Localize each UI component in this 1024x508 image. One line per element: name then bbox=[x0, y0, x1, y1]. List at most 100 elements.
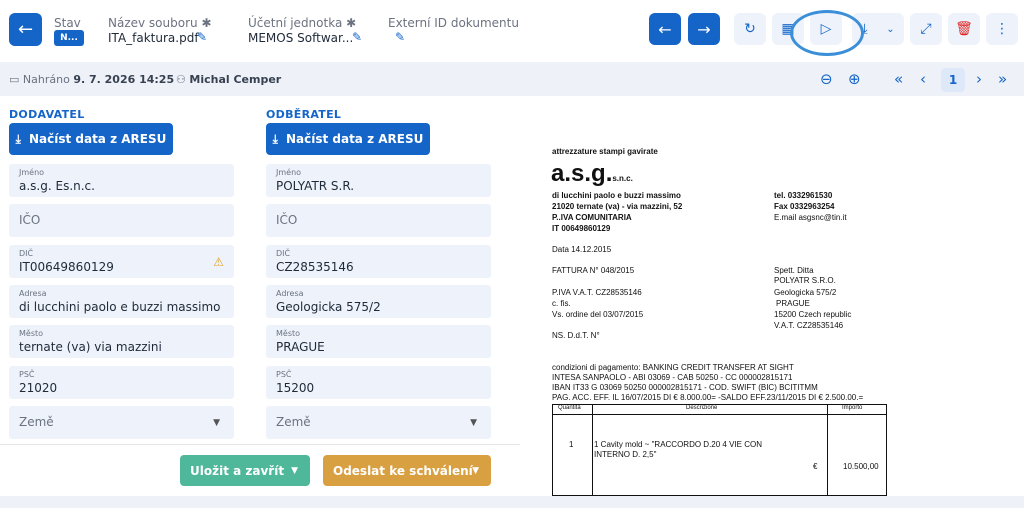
status-label: Stav bbox=[54, 16, 81, 30]
delete-button[interactable]: 🗑 bbox=[948, 13, 980, 45]
field-placeholder: IČO bbox=[19, 213, 41, 227]
back-button[interactable]: ← bbox=[9, 13, 42, 46]
last-page-icon[interactable]: » bbox=[998, 70, 1007, 88]
filename-label: Název souboru ✱ bbox=[108, 16, 212, 30]
customer-dic-field[interactable]: DIČ CZ28535146 bbox=[266, 245, 491, 278]
more-button[interactable]: ⋮ bbox=[986, 13, 1018, 45]
caret-down-icon[interactable]: ▼ bbox=[291, 466, 298, 476]
field-label: Město bbox=[276, 329, 301, 338]
customer-city-field[interactable]: Město PRAGUE bbox=[266, 325, 491, 358]
field-placeholder: IČO bbox=[276, 213, 298, 227]
doc-col-desc: Descrizione bbox=[686, 405, 718, 411]
supplier-zip-field[interactable]: PSČ 21020 bbox=[9, 366, 234, 399]
save-close-button[interactable]: Uložit a zavřít ▼ bbox=[180, 455, 310, 486]
send-approval-label: Odeslat ke schválení bbox=[333, 463, 473, 478]
prev-page-icon[interactable]: ‹ bbox=[920, 70, 926, 88]
doc-row-amount: 10.500,00 bbox=[843, 462, 879, 471]
caret-down-icon: ▼ bbox=[213, 418, 220, 428]
unit-value: MEMOS Softwar... bbox=[248, 31, 354, 45]
uploader: ⚇ Michal Cemper bbox=[176, 73, 281, 86]
field-value: CZ28535146 bbox=[276, 260, 354, 274]
highlight-circle bbox=[790, 10, 864, 56]
supplier-ares-button[interactable]: ⤓ Načíst data z ARESU bbox=[9, 123, 173, 155]
customer-zip-field[interactable]: PSČ 15200 bbox=[266, 366, 491, 399]
more-vertical-icon: ⋮ bbox=[995, 21, 1009, 37]
uploaded-value: 9. 7. 2026 14:25 bbox=[73, 73, 175, 86]
supplier-country-select[interactable]: Země ▼ bbox=[9, 406, 234, 439]
supplier-dic-field[interactable]: DIČ IT00649860129 ⚠ bbox=[9, 245, 234, 278]
zoom-in-icon[interactable]: ⊕ bbox=[848, 70, 861, 88]
doc-cust-vat: V.A.T. CZ28535146 bbox=[774, 321, 844, 330]
doc-row-desc1: 1 Cavity mold ~ "RACCORDO D.20 4 VIE CON bbox=[594, 440, 762, 449]
caret-down-icon: ▼ bbox=[470, 418, 477, 428]
field-value: ternate (va) via mazzini bbox=[19, 340, 162, 354]
customer-ares-label: Načíst data z ARESU bbox=[285, 132, 424, 146]
upload-info: ▭ Nahráno 9. 7. 2026 14:25 bbox=[9, 73, 174, 86]
supplier-ico-field[interactable]: IČO bbox=[9, 204, 234, 237]
supplier-address-field[interactable]: Adresa di lucchini paolo e buzzi massimo bbox=[9, 285, 234, 318]
arrow-left-icon: ← bbox=[658, 19, 672, 39]
doc-owners: di lucchini paolo e buzzi massimo bbox=[552, 191, 681, 200]
doc-logo-suffix: s.n.c. bbox=[612, 174, 633, 183]
field-label: Adresa bbox=[19, 289, 47, 298]
edit-filename-icon[interactable]: ✎ bbox=[197, 30, 207, 44]
field-value: IT00649860129 bbox=[19, 260, 114, 274]
doc-piva-vat: P.IVA V.A.T. CZ28535146 bbox=[552, 288, 642, 297]
save-close-label: Uložit a zavřít bbox=[190, 463, 285, 478]
chevron-down-icon: ⌄ bbox=[886, 23, 895, 35]
field-value: PRAGUE bbox=[276, 340, 325, 354]
supplier-title: DODAVATEL bbox=[9, 108, 85, 121]
doc-row-desc2: INTERNO D. 2,5" bbox=[594, 450, 657, 459]
field-label: Jméno bbox=[19, 168, 45, 177]
doc-address: 21020 ternate (va) - via mazzini, 52 bbox=[552, 202, 683, 211]
doc-cust-name: POLYATR S.R.O. bbox=[774, 276, 836, 285]
supplier-ares-label: Načíst data z ARESU bbox=[28, 132, 167, 146]
doc-col-qty: Quantità bbox=[558, 405, 581, 411]
customer-ico-field[interactable]: IČO bbox=[266, 204, 491, 237]
doc-cfis: c. fis. bbox=[552, 299, 571, 308]
next-document-button[interactable]: → bbox=[688, 13, 720, 45]
table-header-row bbox=[553, 405, 886, 415]
edit-unit-icon[interactable]: ✎ bbox=[352, 30, 362, 44]
doc-cust-street: Geologicka 575/2 bbox=[774, 288, 837, 297]
doc-pay2: INTESA SANPAOLO - ABI 03069 - CAB 50250 … bbox=[552, 373, 793, 382]
arrow-right-icon: → bbox=[697, 19, 711, 39]
supplier-city-field[interactable]: Město ternate (va) via mazzini bbox=[9, 325, 234, 358]
trash-icon: 🗑 bbox=[955, 21, 973, 37]
uploader-name: Michal Cemper bbox=[189, 73, 282, 86]
doc-ddt: NS. D.d.T. N° bbox=[552, 331, 600, 340]
next-page-icon[interactable]: › bbox=[976, 70, 982, 88]
doc-cust-zip: 15200 Czech republic bbox=[774, 310, 852, 319]
customer-address-field[interactable]: Adresa Geologicka 575/2 bbox=[266, 285, 491, 318]
doc-order: Vs. ordine del 03/07/2015 bbox=[552, 310, 644, 319]
caret-down-icon[interactable]: ▼ bbox=[472, 466, 479, 476]
edit-extid-icon[interactable]: ✎ bbox=[395, 30, 405, 44]
doc-invoice: FATTURA N° 048/2015 bbox=[552, 266, 635, 275]
warning-icon: ⚠ bbox=[213, 255, 224, 269]
doc-pay4: PAG. ACC. EFF. IL 16/07/2015 DI € 8.000.… bbox=[552, 393, 864, 402]
prev-document-button[interactable]: ← bbox=[649, 13, 681, 45]
status-badge[interactable]: N... bbox=[54, 30, 84, 46]
field-label: Jméno bbox=[276, 168, 302, 177]
doc-tel: tel. 0332961530 bbox=[774, 191, 833, 200]
supplier-name-field[interactable]: Jméno a.s.g. Es.n.c. bbox=[9, 164, 234, 197]
doc-pay3: IBAN IT33 G 03069 50250 000002815171 - C… bbox=[552, 383, 818, 392]
customer-name-field[interactable]: Jméno POLYATR S.R. bbox=[266, 164, 491, 197]
doc-logo: a.s.g.s.n.c. bbox=[551, 160, 633, 188]
field-value: Geologicka 575/2 bbox=[276, 300, 381, 314]
customer-country-select[interactable]: Země ▼ bbox=[266, 406, 491, 439]
customer-ares-button[interactable]: ⤓ Načíst data z ARESU bbox=[266, 123, 430, 155]
field-label: PSČ bbox=[276, 370, 292, 379]
send-approval-button[interactable]: Odeslat ke schválení ▼ bbox=[323, 455, 491, 486]
doc-logo-text: a.s.g. bbox=[551, 160, 613, 187]
unit-label: Účetní jednotka ✱ bbox=[248, 16, 357, 30]
doc-row-currency: € bbox=[813, 462, 818, 471]
arrow-left-icon: ← bbox=[17, 19, 34, 40]
first-page-icon[interactable]: « bbox=[894, 70, 903, 88]
refresh-button[interactable]: ↻ bbox=[734, 13, 766, 45]
extid-label: Externí ID dokumentu bbox=[388, 16, 519, 30]
fullscreen-button[interactable]: ⤢ bbox=[910, 13, 942, 45]
page-number[interactable]: 1 bbox=[941, 68, 965, 92]
user-icon: ⚇ bbox=[176, 73, 186, 86]
zoom-out-icon[interactable]: ⊖ bbox=[820, 70, 833, 88]
